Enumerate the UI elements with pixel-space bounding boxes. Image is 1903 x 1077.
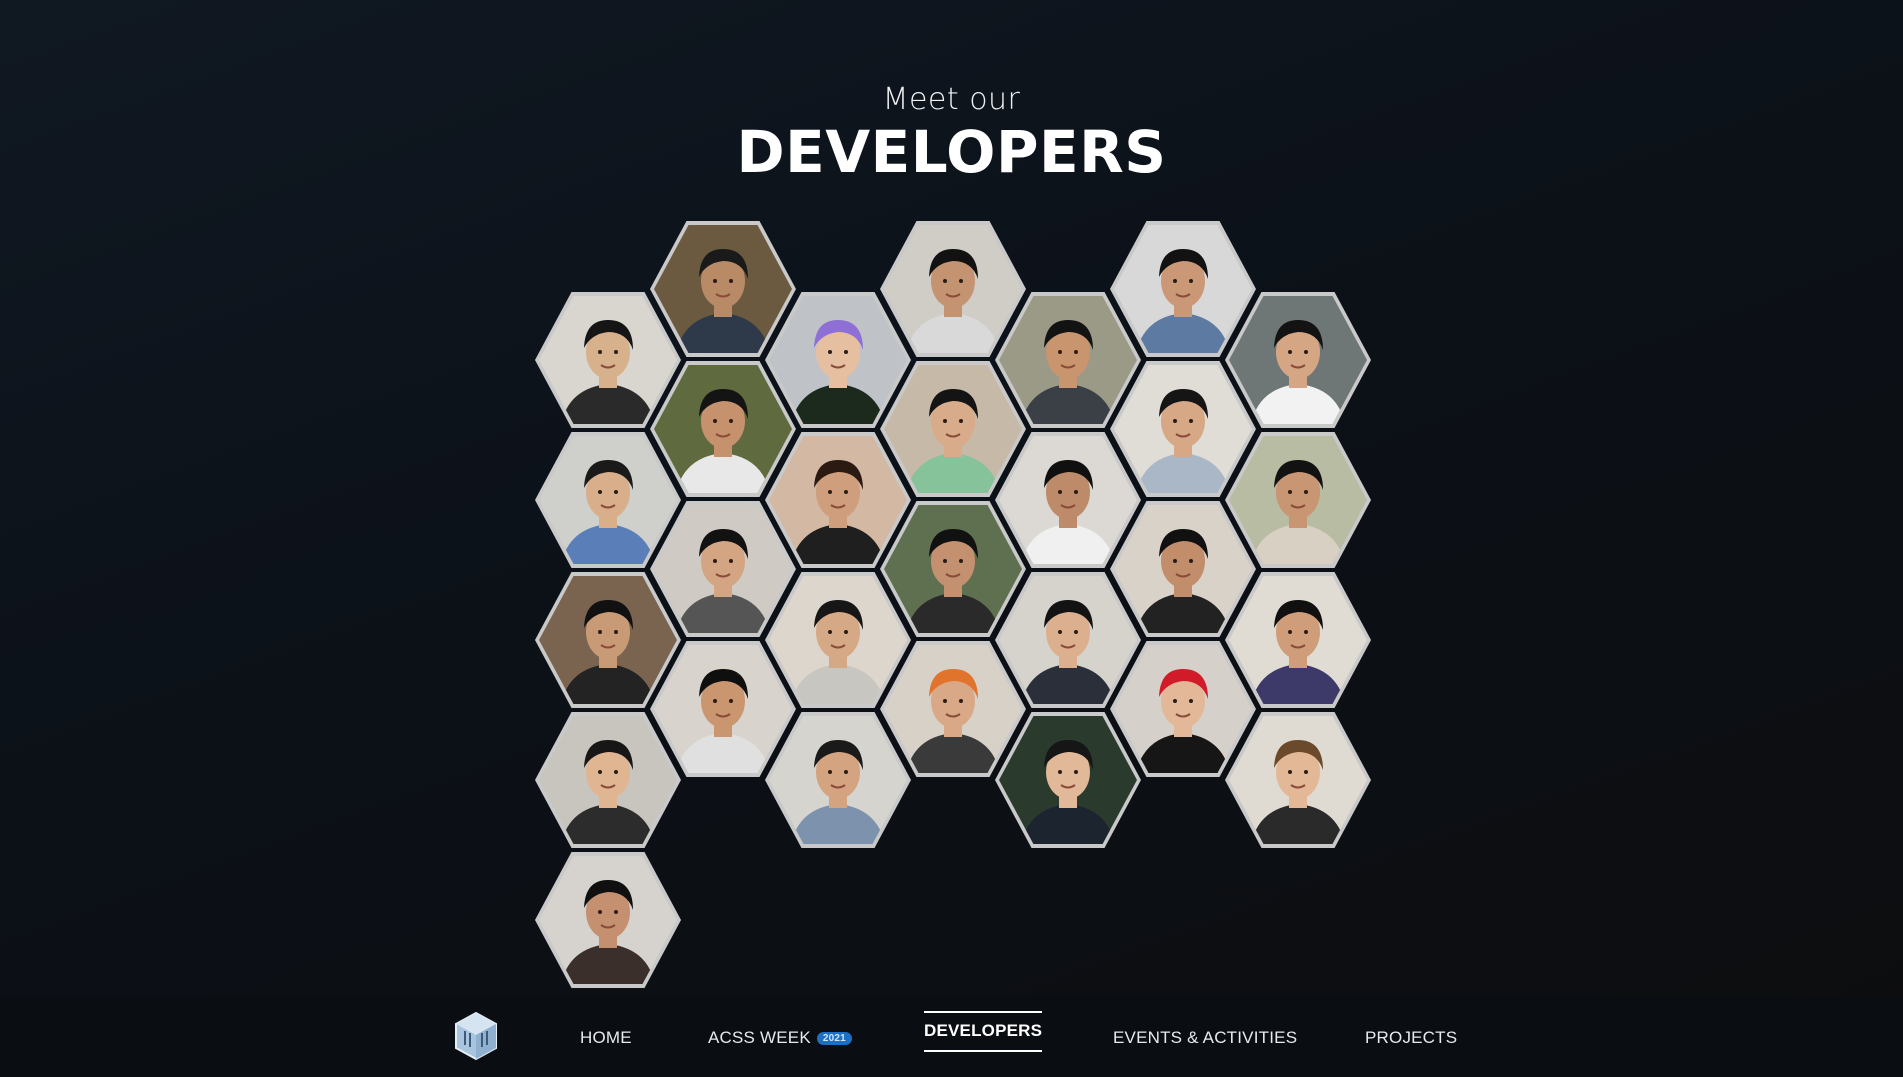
developer-photo bbox=[1229, 716, 1367, 844]
developer-photo bbox=[769, 296, 907, 424]
developer-photo bbox=[654, 365, 792, 493]
developer-card[interactable] bbox=[1225, 292, 1371, 428]
developer-card[interactable] bbox=[650, 221, 796, 357]
developer-photo bbox=[999, 716, 1137, 844]
nav-projects[interactable]: PROJECTS bbox=[1365, 1028, 1457, 1048]
developer-hex-grid bbox=[0, 0, 1903, 1077]
developer-photo bbox=[539, 296, 677, 424]
acss-week-year-badge: 2021 bbox=[816, 1032, 852, 1045]
developer-card[interactable] bbox=[1225, 712, 1371, 848]
developer-photo bbox=[884, 365, 1022, 493]
developer-photo bbox=[769, 716, 907, 844]
developer-card[interactable] bbox=[765, 292, 911, 428]
developer-card[interactable] bbox=[650, 641, 796, 777]
developer-photo bbox=[999, 436, 1137, 564]
developer-photo bbox=[1114, 505, 1252, 633]
developer-card[interactable] bbox=[650, 501, 796, 637]
developer-photo bbox=[654, 505, 792, 633]
developer-card[interactable] bbox=[1225, 432, 1371, 568]
developer-card[interactable] bbox=[880, 501, 1026, 637]
developer-photo bbox=[1114, 225, 1252, 353]
developer-photo bbox=[654, 225, 792, 353]
acss-cube-icon[interactable] bbox=[453, 1011, 499, 1061]
developer-card[interactable] bbox=[535, 292, 681, 428]
developer-card[interactable] bbox=[880, 221, 1026, 357]
developer-card[interactable] bbox=[535, 852, 681, 988]
developer-card[interactable] bbox=[880, 641, 1026, 777]
developer-photo bbox=[769, 576, 907, 704]
developer-photo bbox=[999, 296, 1137, 424]
bottom-navbar: HOME ACSS WEEK 2021 DEVELOPERS EVENTS & A… bbox=[0, 996, 1903, 1077]
developer-card[interactable] bbox=[1110, 361, 1256, 497]
nav-events-activities[interactable]: EVENTS & ACTIVITIES bbox=[1113, 1028, 1297, 1048]
developer-photo bbox=[1229, 576, 1367, 704]
developer-card[interactable] bbox=[880, 361, 1026, 497]
nav-developers[interactable]: DEVELOPERS bbox=[924, 1011, 1043, 1052]
developer-card[interactable] bbox=[765, 572, 911, 708]
developer-card[interactable] bbox=[995, 572, 1141, 708]
nav-home[interactable]: HOME bbox=[580, 1028, 632, 1048]
developer-photo bbox=[1229, 436, 1367, 564]
developer-photo bbox=[539, 436, 677, 564]
developer-card[interactable] bbox=[535, 572, 681, 708]
developer-card[interactable] bbox=[765, 432, 911, 568]
developer-photo bbox=[539, 856, 677, 984]
developer-photo bbox=[884, 505, 1022, 633]
developer-card[interactable] bbox=[1110, 641, 1256, 777]
developer-card[interactable] bbox=[995, 712, 1141, 848]
nav-acss-week[interactable]: ACSS WEEK 2021 bbox=[708, 1028, 852, 1048]
developer-card[interactable] bbox=[1110, 501, 1256, 637]
developer-card[interactable] bbox=[1225, 572, 1371, 708]
developer-card[interactable] bbox=[995, 432, 1141, 568]
nav-acss-week-label: ACSS WEEK bbox=[708, 1028, 811, 1047]
developer-photo bbox=[1229, 296, 1367, 424]
developer-card[interactable] bbox=[650, 361, 796, 497]
developer-card[interactable] bbox=[765, 712, 911, 848]
developer-photo bbox=[539, 716, 677, 844]
developer-photo bbox=[1114, 365, 1252, 493]
developer-photo bbox=[769, 436, 907, 564]
developer-photo bbox=[539, 576, 677, 704]
developer-card[interactable] bbox=[535, 712, 681, 848]
developer-photo bbox=[999, 576, 1137, 704]
developer-photo bbox=[884, 225, 1022, 353]
developer-photo bbox=[654, 645, 792, 773]
developer-photo bbox=[884, 645, 1022, 773]
developer-card[interactable] bbox=[535, 432, 681, 568]
developer-card[interactable] bbox=[995, 292, 1141, 428]
developer-photo bbox=[1114, 645, 1252, 773]
developer-card[interactable] bbox=[1110, 221, 1256, 357]
